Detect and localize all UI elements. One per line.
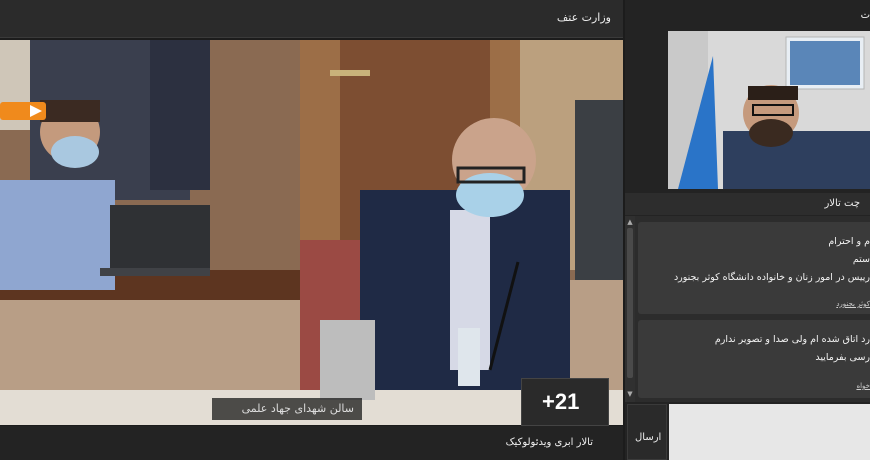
chat-scrollbar[interactable]: ▲ ▼ (625, 216, 635, 402)
send-button-label: ارسال (635, 432, 662, 443)
message-line: رد اتاق شده ام ولی صدا و تصویر ندارم (714, 334, 870, 345)
room-caption-text: سالن شهدای جهاد علمی (241, 402, 354, 415)
participant-video-thumbnail[interactable] (668, 31, 870, 189)
message-line: رسی بفرمایید (815, 352, 870, 363)
chat-title: چت تالار (824, 198, 860, 209)
message-line: م و احترام (828, 236, 870, 247)
scroll-up-icon[interactable]: ▲ (626, 218, 634, 226)
message-line: رییس در امور زنان و خانواده دانشگاه کوثر… (673, 272, 870, 283)
send-button[interactable]: ارسال (627, 404, 667, 460)
main-video-header: وزارت عتف (0, 0, 623, 38)
message-sender: خواه (856, 382, 870, 390)
scroll-down-icon[interactable]: ▼ (626, 390, 634, 398)
message-sender: کوثر بجنورد (836, 300, 870, 308)
chat-message: م و احترام ستم رییس در امور زنان و خانوا… (638, 222, 870, 314)
participant-video-image (668, 31, 870, 189)
video-logo-icon (0, 100, 46, 122)
room-footer-title: تالار ابری ویدئولوکیک (505, 437, 593, 448)
right-panel-title: ت (860, 10, 870, 21)
scroll-thumb[interactable] (627, 228, 633, 378)
chat-message: رد اتاق شده ام ولی صدا و تصویر ندارم رسی… (638, 320, 870, 398)
main-video-image (0, 40, 623, 425)
main-room-title: وزارت عتف (556, 11, 611, 24)
message-line: ستم (852, 254, 870, 265)
main-video-feed[interactable]: سالن شهدای جهاد علمی (0, 40, 623, 425)
chat-input[interactable] (669, 404, 870, 460)
room-caption: سالن شهدای جهاد علمی (212, 398, 362, 420)
more-participants-badge[interactable]: +21 (521, 378, 609, 426)
more-participants-count: +21 (542, 389, 580, 414)
room-footer: تالار ابری ویدئولوکیک (0, 426, 623, 460)
chat-header: چت تالار (625, 193, 870, 215)
